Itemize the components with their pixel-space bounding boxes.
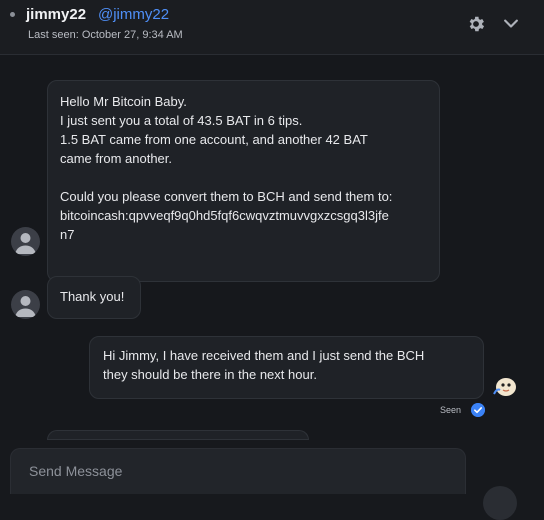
- message-line: Hello Mr Bitcoin Baby.: [60, 94, 187, 109]
- chat-header: jimmy22 @jimmy22 Last seen: October 27, …: [0, 0, 544, 55]
- message-line: n7: [60, 227, 75, 242]
- message-bubble-outgoing: Hi Jimmy, I have received them and I jus…: [89, 336, 484, 399]
- username[interactable]: jimmy22: [26, 6, 86, 23]
- message-input[interactable]: [27, 459, 451, 483]
- gear-icon[interactable]: [466, 14, 486, 34]
- message-bubble-incoming: Thank you!: [47, 276, 141, 319]
- message-list[interactable]: Hello Mr Bitcoin Baby. I just sent you a…: [0, 55, 544, 440]
- message-line: came from another.: [60, 151, 172, 166]
- message-bubble-incoming: Hello Mr Bitcoin Baby. I just sent you a…: [47, 80, 440, 282]
- last-seen: Last seen: October 27, 9:34 AM: [28, 29, 183, 41]
- user-avatar-icon[interactable]: [11, 290, 40, 319]
- message-line: [60, 168, 427, 187]
- message-line: I just sent you a total of 43.5 BAT in 6…: [60, 113, 303, 128]
- check-circle-icon: [471, 403, 485, 417]
- message-line: 1.5 BAT came from one account, and anoth…: [60, 132, 368, 147]
- status-dot: [10, 12, 15, 17]
- sender-avatar-sticker-icon[interactable]: [490, 370, 520, 400]
- message-line: Hi Jimmy, I have received them and I jus…: [103, 348, 425, 363]
- seen-label: Seen: [440, 405, 462, 415]
- message-bubble-incoming-partial: [47, 430, 309, 440]
- send-button[interactable]: [483, 486, 517, 520]
- message-line: bitcoincash:qpvveqf9q0hd5fqf6cwqvztmuvvg…: [60, 208, 389, 223]
- message-line: Could you please convert them to BCH and…: [60, 189, 393, 204]
- user-handle[interactable]: @jimmy22: [98, 6, 169, 23]
- message-composer: [10, 448, 466, 494]
- chevron-down-icon[interactable]: [501, 14, 521, 34]
- message-line: they should be there in the next hour.: [103, 367, 317, 382]
- message-line: Thank you!: [60, 289, 125, 304]
- user-avatar-icon[interactable]: [11, 227, 40, 256]
